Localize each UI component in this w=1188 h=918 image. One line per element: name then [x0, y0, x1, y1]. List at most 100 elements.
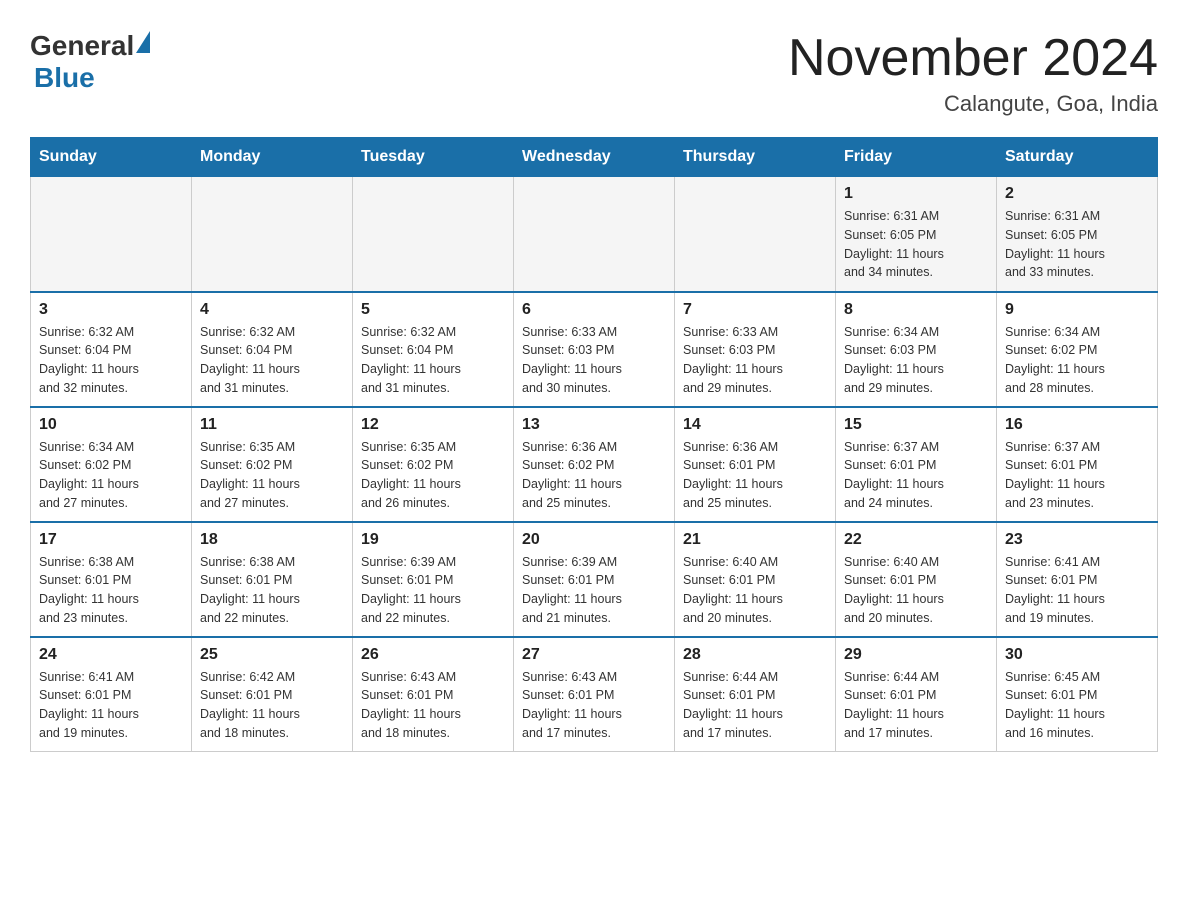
header-tuesday: Tuesday [353, 138, 514, 177]
header-saturday: Saturday [997, 138, 1158, 177]
logo-triangle-icon [136, 31, 150, 53]
day-info: Sunrise: 6:31 AMSunset: 6:05 PMDaylight:… [844, 207, 988, 282]
day-number: 23 [1005, 531, 1149, 549]
calendar-week-row: 3 Sunrise: 6:32 AMSunset: 6:04 PMDaylight… [31, 292, 1158, 407]
day-info: Sunrise: 6:43 AMSunset: 6:01 PMDaylight:… [522, 668, 666, 743]
day-info: Sunrise: 6:37 AMSunset: 6:01 PMDaylight:… [844, 438, 988, 513]
day-number: 7 [683, 301, 827, 319]
calendar-cell: 18 Sunrise: 6:38 AMSunset: 6:01 PMDayligh… [192, 522, 353, 637]
day-number: 20 [522, 531, 666, 549]
calendar-cell: 13 Sunrise: 6:36 AMSunset: 6:02 PMDayligh… [514, 407, 675, 522]
calendar-week-row: 1 Sunrise: 6:31 AMSunset: 6:05 PMDaylight… [31, 177, 1158, 292]
day-number: 25 [200, 646, 344, 664]
day-info: Sunrise: 6:32 AMSunset: 6:04 PMDaylight:… [39, 323, 183, 398]
calendar-cell: 6 Sunrise: 6:33 AMSunset: 6:03 PMDaylight… [514, 292, 675, 407]
calendar-cell [514, 177, 675, 292]
calendar-cell: 23 Sunrise: 6:41 AMSunset: 6:01 PMDayligh… [997, 522, 1158, 637]
header-friday: Friday [836, 138, 997, 177]
calendar-cell: 30 Sunrise: 6:45 AMSunset: 6:01 PMDayligh… [997, 637, 1158, 752]
day-number: 9 [1005, 301, 1149, 319]
day-number: 8 [844, 301, 988, 319]
day-info: Sunrise: 6:39 AMSunset: 6:01 PMDaylight:… [361, 553, 505, 628]
day-info: Sunrise: 6:45 AMSunset: 6:01 PMDaylight:… [1005, 668, 1149, 743]
day-info: Sunrise: 6:38 AMSunset: 6:01 PMDaylight:… [39, 553, 183, 628]
day-number: 6 [522, 301, 666, 319]
calendar-cell: 9Sunrise: 6:34 AMSunset: 6:02 PMDaylight… [997, 292, 1158, 407]
day-info: Sunrise: 6:39 AMSunset: 6:01 PMDaylight:… [522, 553, 666, 628]
day-info: Sunrise: 6:36 AMSunset: 6:02 PMDaylight:… [522, 438, 666, 513]
calendar-cell [192, 177, 353, 292]
calendar-table: Sunday Monday Tuesday Wednesday Thursday… [30, 137, 1158, 752]
calendar-cell: 25 Sunrise: 6:42 AMSunset: 6:01 PMDayligh… [192, 637, 353, 752]
calendar-cell [353, 177, 514, 292]
day-number: 27 [522, 646, 666, 664]
calendar-header: Sunday Monday Tuesday Wednesday Thursday… [31, 138, 1158, 177]
calendar-cell: 7Sunrise: 6:33 AMSunset: 6:03 PMDaylight… [675, 292, 836, 407]
day-number: 26 [361, 646, 505, 664]
calendar-cell: 22Sunrise: 6:40 AMSunset: 6:01 PMDayligh… [836, 522, 997, 637]
day-number: 11 [200, 416, 344, 434]
day-number: 10 [39, 416, 183, 434]
day-info: Sunrise: 6:37 AMSunset: 6:01 PMDaylight:… [1005, 438, 1149, 513]
day-number: 12 [361, 416, 505, 434]
day-number: 19 [361, 531, 505, 549]
day-info: Sunrise: 6:35 AMSunset: 6:02 PMDaylight:… [200, 438, 344, 513]
calendar-cell: 14 Sunrise: 6:36 AMSunset: 6:01 PMDayligh… [675, 407, 836, 522]
logo-general-text: General [30, 30, 134, 62]
day-number: 29 [844, 646, 988, 664]
calendar-cell: 11 Sunrise: 6:35 AMSunset: 6:02 PMDayligh… [192, 407, 353, 522]
calendar-body: 1 Sunrise: 6:31 AMSunset: 6:05 PMDaylight… [31, 177, 1158, 752]
day-number: 21 [683, 531, 827, 549]
day-number: 2 [1005, 185, 1149, 203]
day-number: 3 [39, 301, 183, 319]
day-number: 30 [1005, 646, 1149, 664]
day-info: Sunrise: 6:38 AMSunset: 6:01 PMDaylight:… [200, 553, 344, 628]
day-info: Sunrise: 6:31 AMSunset: 6:05 PMDaylight:… [1005, 207, 1149, 282]
day-number: 14 [683, 416, 827, 434]
day-number: 18 [200, 531, 344, 549]
day-info: Sunrise: 6:42 AMSunset: 6:01 PMDaylight:… [200, 668, 344, 743]
day-number: 15 [844, 416, 988, 434]
day-number: 17 [39, 531, 183, 549]
calendar-cell: 2 Sunrise: 6:31 AMSunset: 6:05 PMDaylight… [997, 177, 1158, 292]
calendar-cell: 5 Sunrise: 6:32 AMSunset: 6:04 PMDaylight… [353, 292, 514, 407]
logo: General Blue [30, 30, 150, 94]
day-number: 28 [683, 646, 827, 664]
calendar-cell: 16 Sunrise: 6:37 AMSunset: 6:01 PMDayligh… [997, 407, 1158, 522]
calendar-cell: 19 Sunrise: 6:39 AMSunset: 6:01 PMDayligh… [353, 522, 514, 637]
day-number: 16 [1005, 416, 1149, 434]
day-info: Sunrise: 6:32 AMSunset: 6:04 PMDaylight:… [361, 323, 505, 398]
month-title: November 2024 [788, 30, 1158, 87]
calendar-cell [31, 177, 192, 292]
day-info: Sunrise: 6:41 AMSunset: 6:01 PMDaylight:… [39, 668, 183, 743]
day-info: Sunrise: 6:40 AMSunset: 6:01 PMDaylight:… [683, 553, 827, 628]
header-sunday: Sunday [31, 138, 192, 177]
day-info: Sunrise: 6:44 AMSunset: 6:01 PMDaylight:… [844, 668, 988, 743]
day-number: 22 [844, 531, 988, 549]
day-info: Sunrise: 6:44 AMSunset: 6:01 PMDaylight:… [683, 668, 827, 743]
calendar-cell: 21 Sunrise: 6:40 AMSunset: 6:01 PMDayligh… [675, 522, 836, 637]
header-wednesday: Wednesday [514, 138, 675, 177]
location-subtitle: Calangute, Goa, India [788, 91, 1158, 117]
day-info: Sunrise: 6:41 AMSunset: 6:01 PMDaylight:… [1005, 553, 1149, 628]
calendar-cell: 10 Sunrise: 6:34 AMSunset: 6:02 PMDayligh… [31, 407, 192, 522]
day-number: 13 [522, 416, 666, 434]
day-number: 4 [200, 301, 344, 319]
day-info: Sunrise: 6:34 AMSunset: 6:02 PMDaylight:… [39, 438, 183, 513]
day-info: Sunrise: 6:36 AMSunset: 6:01 PMDaylight:… [683, 438, 827, 513]
day-info: Sunrise: 6:35 AMSunset: 6:02 PMDaylight:… [361, 438, 505, 513]
day-info: Sunrise: 6:33 AMSunset: 6:03 PMDaylight:… [522, 323, 666, 398]
calendar-week-row: 24Sunrise: 6:41 AMSunset: 6:01 PMDayligh… [31, 637, 1158, 752]
calendar-cell: 1 Sunrise: 6:31 AMSunset: 6:05 PMDaylight… [836, 177, 997, 292]
header-monday: Monday [192, 138, 353, 177]
calendar-cell: 20 Sunrise: 6:39 AMSunset: 6:01 PMDayligh… [514, 522, 675, 637]
day-number: 5 [361, 301, 505, 319]
day-info: Sunrise: 6:32 AMSunset: 6:04 PMDaylight:… [200, 323, 344, 398]
day-number: 1 [844, 185, 988, 203]
calendar-week-row: 17 Sunrise: 6:38 AMSunset: 6:01 PMDayligh… [31, 522, 1158, 637]
calendar-cell: 26 Sunrise: 6:43 AMSunset: 6:01 PMDayligh… [353, 637, 514, 752]
calendar-cell: 29 Sunrise: 6:44 AMSunset: 6:01 PMDayligh… [836, 637, 997, 752]
page-header: General Blue November 2024 Calangute, Go… [30, 30, 1158, 117]
calendar-cell: 12 Sunrise: 6:35 AMSunset: 6:02 PMDayligh… [353, 407, 514, 522]
day-info: Sunrise: 6:43 AMSunset: 6:01 PMDaylight:… [361, 668, 505, 743]
